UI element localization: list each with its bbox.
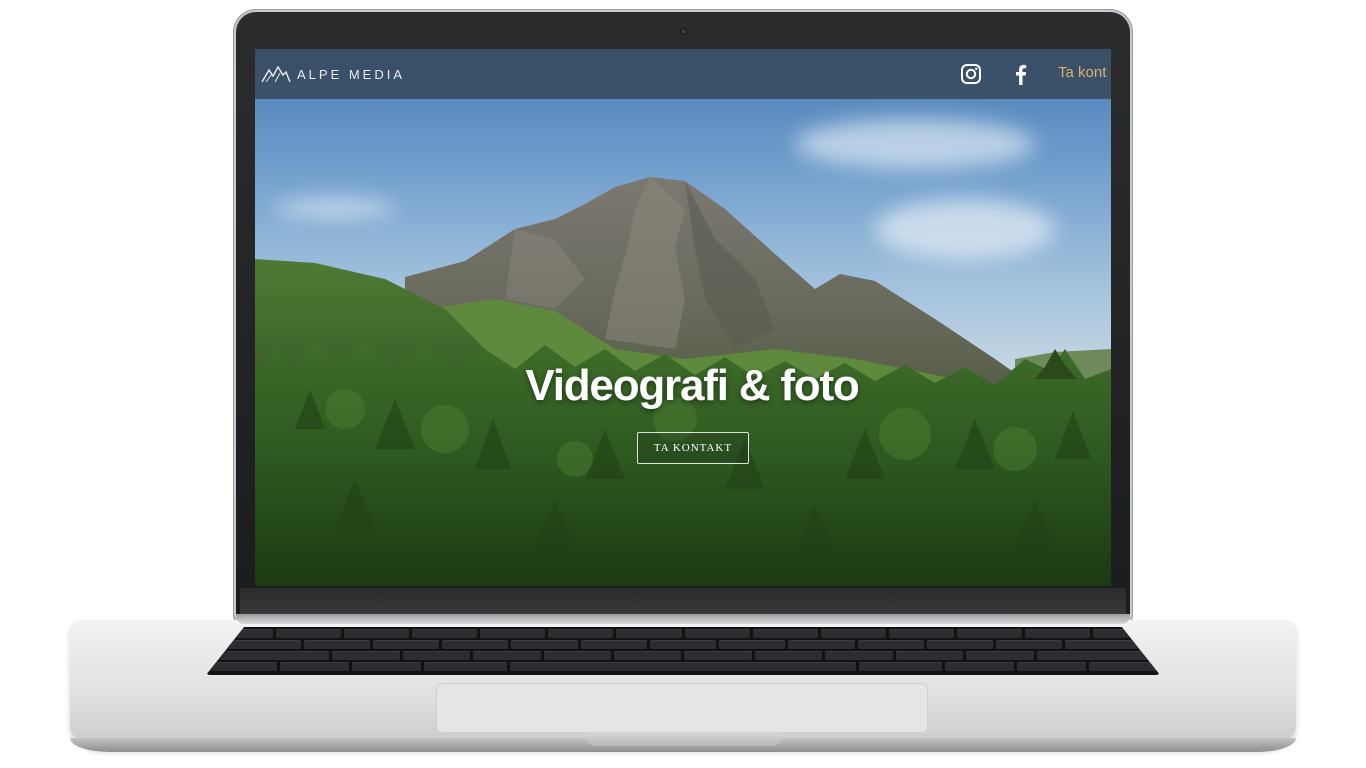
laptop-hinge [236, 614, 1130, 624]
instagram-icon[interactable] [960, 63, 982, 85]
keyboard-row [206, 640, 1160, 649]
site-logo[interactable]: ALPE MEDIA [261, 63, 405, 85]
keyboard-row [206, 651, 1160, 660]
mountain-forest-image [255, 177, 1111, 586]
keyboard-row [206, 629, 1160, 638]
laptop-screen: ALPE MEDIA Ta kont Videografi & foto TA … [255, 49, 1111, 586]
mountain-logo-icon [261, 65, 291, 83]
keyboard [206, 627, 1160, 675]
webcam [680, 28, 687, 35]
nav-contact-link[interactable]: Ta kont [1058, 64, 1106, 81]
facebook-icon[interactable] [1012, 63, 1028, 85]
trackpad [436, 683, 928, 733]
contact-cta-button[interactable]: TA KONTAKT [637, 432, 749, 464]
logo-text: ALPE MEDIA [297, 66, 406, 82]
hero-title: Videografi & foto [525, 361, 859, 410]
lid-opening-notch [586, 732, 782, 746]
keyboard-row [206, 662, 1160, 671]
site-navbar: ALPE MEDIA Ta kont [255, 49, 1111, 99]
